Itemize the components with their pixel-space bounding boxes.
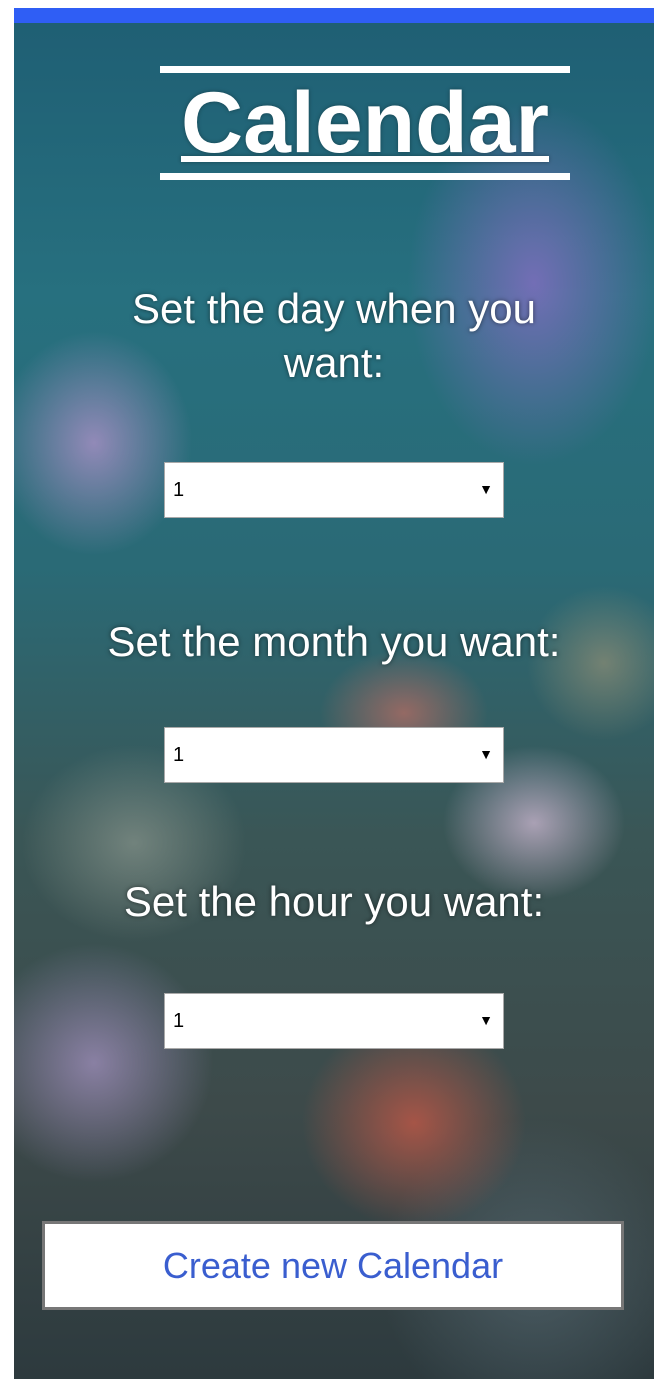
title-banner: Calendar	[160, 66, 570, 180]
month-label: Set the month you want:	[107, 618, 561, 665]
page-frame: Calendar Set the day when you want: 1 ▼ …	[14, 8, 654, 1379]
top-accent-bar	[14, 8, 654, 23]
dropdown-arrow-icon: ▼	[479, 746, 493, 762]
hour-select-value: 1	[173, 1010, 185, 1032]
day-label: Set the day when you want:	[132, 285, 536, 386]
hour-select[interactable]: 1 ▼	[164, 993, 504, 1049]
page-title: Calendar	[180, 75, 550, 171]
create-calendar-button[interactable]: Create new Calendar	[42, 1221, 624, 1310]
day-select[interactable]: 1 ▼	[164, 462, 504, 518]
dropdown-arrow-icon: ▼	[479, 481, 493, 497]
day-select-value: 1	[173, 479, 185, 501]
coral-reef-background-image	[14, 23, 654, 1379]
hour-label: Set the hour you want:	[123, 878, 545, 925]
month-select-value: 1	[173, 744, 185, 766]
dropdown-arrow-icon: ▼	[479, 1012, 493, 1028]
month-select[interactable]: 1 ▼	[164, 727, 504, 783]
